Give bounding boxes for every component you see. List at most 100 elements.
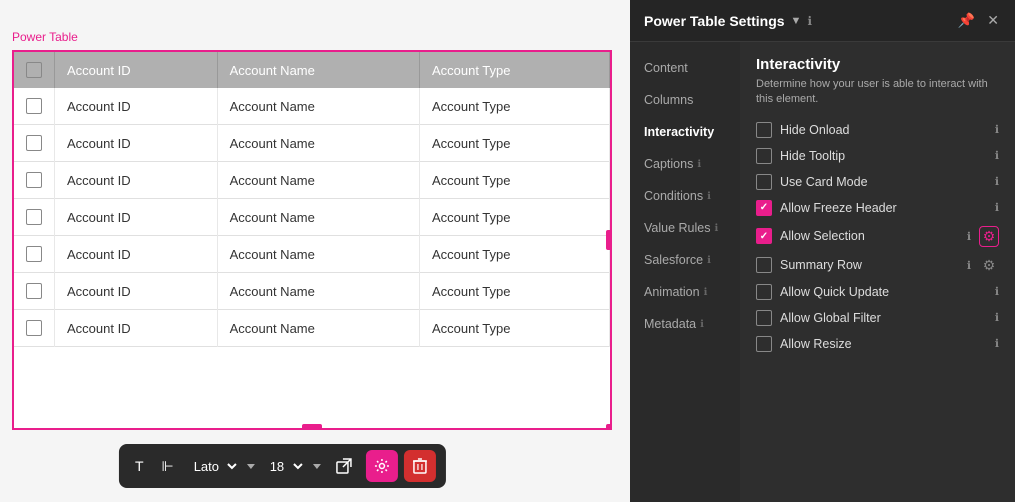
table-row: Account IDAccount NameAccount Type <box>14 236 610 273</box>
resize-handle-corner[interactable] <box>606 424 612 430</box>
table-row: Account IDAccount NameAccount Type <box>14 273 610 310</box>
font-family-select[interactable]: Lato <box>186 456 240 477</box>
info-summary-row[interactable]: ℹ <box>967 259 971 272</box>
row-cell: Account Type <box>419 199 609 236</box>
row-checkbox-cell[interactable] <box>14 199 55 236</box>
row-checkbox-cell[interactable] <box>14 273 55 310</box>
nav-item-conditions[interactable]: Conditions ℹ <box>630 180 740 212</box>
cb-summary-row[interactable] <box>756 257 772 273</box>
nav-item-animation[interactable]: Animation ℹ <box>630 276 740 308</box>
header-checkbox[interactable] <box>14 52 55 88</box>
font-size-select[interactable]: 18 <box>262 456 306 477</box>
row-checkbox-cell[interactable] <box>14 88 55 125</box>
nav-label-animation: Animation <box>644 285 700 299</box>
row-cell: Account ID <box>55 162 218 199</box>
row-checkbox[interactable] <box>26 172 42 188</box>
row-cell: Account Type <box>419 273 609 310</box>
info-allow-freeze-header[interactable]: ℹ <box>995 201 999 214</box>
data-table: Account ID Account Name Account Type Acc… <box>14 52 610 347</box>
section-title: Interactivity <box>756 56 999 73</box>
table-row: Account IDAccount NameAccount Type <box>14 162 610 199</box>
bottom-toolbar: T ⊩ Lato 18 <box>119 444 446 488</box>
info-hide-onload[interactable]: ℹ <box>995 123 999 136</box>
row-checkbox[interactable] <box>26 320 42 336</box>
option-use-card-mode: Use Card Mode ℹ <box>756 174 999 190</box>
label-hide-onload: Hide Onload <box>780 123 987 137</box>
value-rules-info-icon: ℹ <box>714 223 718 234</box>
cb-allow-freeze-header[interactable] <box>756 200 772 216</box>
cb-allow-quick-update[interactable] <box>756 284 772 300</box>
label-allow-resize: Allow Resize <box>780 337 987 351</box>
info-use-card-mode[interactable]: ℹ <box>995 175 999 188</box>
panel-close-icon[interactable]: ✕ <box>985 10 1001 31</box>
cb-hide-onload[interactable] <box>756 122 772 138</box>
row-checkbox[interactable] <box>26 98 42 114</box>
row-cell: Account ID <box>55 125 218 162</box>
panel-title-text: Power Table Settings <box>644 13 785 29</box>
nav-item-captions[interactable]: Captions ℹ <box>630 148 740 180</box>
cb-allow-selection[interactable] <box>756 228 772 244</box>
row-checkbox[interactable] <box>26 246 42 262</box>
label-allow-selection: Allow Selection <box>780 229 959 243</box>
header-account-type: Account Type <box>419 52 609 88</box>
gear-allow-selection[interactable]: ⚙ <box>979 226 999 247</box>
nav-item-value-rules[interactable]: Value Rules ℹ <box>630 212 740 244</box>
cb-allow-resize[interactable] <box>756 336 772 352</box>
panel-header-icons: 📌 ✕ <box>956 10 1001 31</box>
option-allow-selection: Allow Selection ℹ ⚙ <box>756 226 999 247</box>
cb-hide-tooltip[interactable] <box>756 148 772 164</box>
info-allow-global-filter[interactable]: ℹ <box>995 311 999 324</box>
row-checkbox[interactable] <box>26 135 42 151</box>
row-cell: Account Name <box>217 273 419 310</box>
row-checkbox-cell[interactable] <box>14 125 55 162</box>
option-summary-row: Summary Row ℹ ⚙ <box>756 257 999 274</box>
row-cell: Account ID <box>55 273 218 310</box>
row-cell: Account Name <box>217 88 419 125</box>
row-checkbox[interactable] <box>26 209 42 225</box>
nav-label-interactivity: Interactivity <box>644 125 714 139</box>
info-allow-quick-update[interactable]: ℹ <box>995 285 999 298</box>
resize-handle-right[interactable] <box>606 230 612 250</box>
info-hide-tooltip[interactable]: ℹ <box>995 149 999 162</box>
row-cell: Account Name <box>217 310 419 347</box>
nav-item-interactivity[interactable]: Interactivity <box>630 116 740 148</box>
settings-panel: Power Table Settings ▼ ℹ 📌 ✕ Content Col… <box>630 0 1015 502</box>
header-checkbox-box[interactable] <box>26 62 42 78</box>
row-cell: Account Type <box>419 162 609 199</box>
row-checkbox-cell[interactable] <box>14 236 55 273</box>
nav-label-salesforce: Salesforce <box>644 253 703 267</box>
header-account-name: Account Name <box>217 52 419 88</box>
row-cell: Account ID <box>55 199 218 236</box>
header-account-id: Account ID <box>55 52 218 88</box>
panel-pin-icon[interactable]: 📌 <box>956 10 977 31</box>
row-checkbox-cell[interactable] <box>14 162 55 199</box>
row-checkbox-cell[interactable] <box>14 310 55 347</box>
cb-allow-global-filter[interactable] <box>756 310 772 326</box>
nav-item-content[interactable]: Content <box>630 52 740 84</box>
info-allow-resize[interactable]: ℹ <box>995 337 999 350</box>
nav-item-salesforce[interactable]: Salesforce ℹ <box>630 244 740 276</box>
label-allow-global-filter: Allow Global Filter <box>780 311 987 325</box>
settings-button[interactable] <box>366 450 398 482</box>
option-allow-resize: Allow Resize ℹ <box>756 336 999 352</box>
align-icon: ⊩ <box>162 458 174 475</box>
row-cell: Account Name <box>217 199 419 236</box>
text-format-button[interactable]: T <box>129 454 150 478</box>
table-row: Account IDAccount NameAccount Type <box>14 310 610 347</box>
row-cell: Account ID <box>55 88 218 125</box>
canvas-area: Power Table Account ID Account Name Acco… <box>0 0 630 502</box>
table-row: Account IDAccount NameAccount Type <box>14 88 610 125</box>
align-button[interactable]: ⊩ <box>156 454 180 479</box>
row-checkbox[interactable] <box>26 283 42 299</box>
row-cell: Account ID <box>55 310 218 347</box>
external-link-button[interactable] <box>328 450 360 482</box>
nav-item-metadata[interactable]: Metadata ℹ <box>630 308 740 340</box>
delete-button[interactable] <box>404 450 436 482</box>
settings-icon <box>374 458 390 474</box>
nav-item-columns[interactable]: Columns <box>630 84 740 116</box>
gear-summary-row[interactable]: ⚙ <box>979 257 999 274</box>
info-allow-selection[interactable]: ℹ <box>967 230 971 243</box>
cb-use-card-mode[interactable] <box>756 174 772 190</box>
resize-handle-bottom[interactable] <box>302 424 322 430</box>
section-description: Determine how your user is able to inter… <box>756 77 999 108</box>
